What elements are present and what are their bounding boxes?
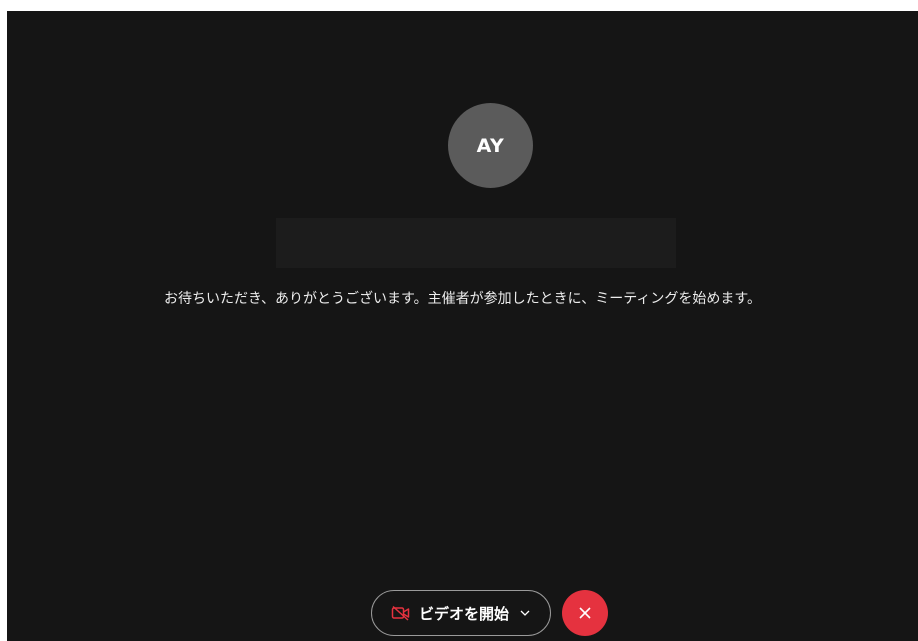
- chevron-down-icon[interactable]: [519, 607, 531, 619]
- avatar: AY: [448, 103, 533, 188]
- camera-off-icon: [391, 605, 411, 621]
- avatar-initials: AY: [476, 134, 505, 157]
- start-video-label: ビデオを開始: [418, 604, 509, 623]
- leave-meeting-button[interactable]: [562, 590, 608, 636]
- lobby-waiting-message: お待ちいただき、ありがとうございます。主催者が参加したときに、ミーティングを始め…: [164, 291, 761, 307]
- start-video-button[interactable]: ビデオを開始: [371, 590, 551, 636]
- close-icon: [577, 605, 593, 621]
- meeting-lobby-window: AY お待ちいただき、ありがとうございます。主催者が参加したときに、ミーティング…: [7, 11, 918, 641]
- participant-name-bar: [276, 218, 676, 268]
